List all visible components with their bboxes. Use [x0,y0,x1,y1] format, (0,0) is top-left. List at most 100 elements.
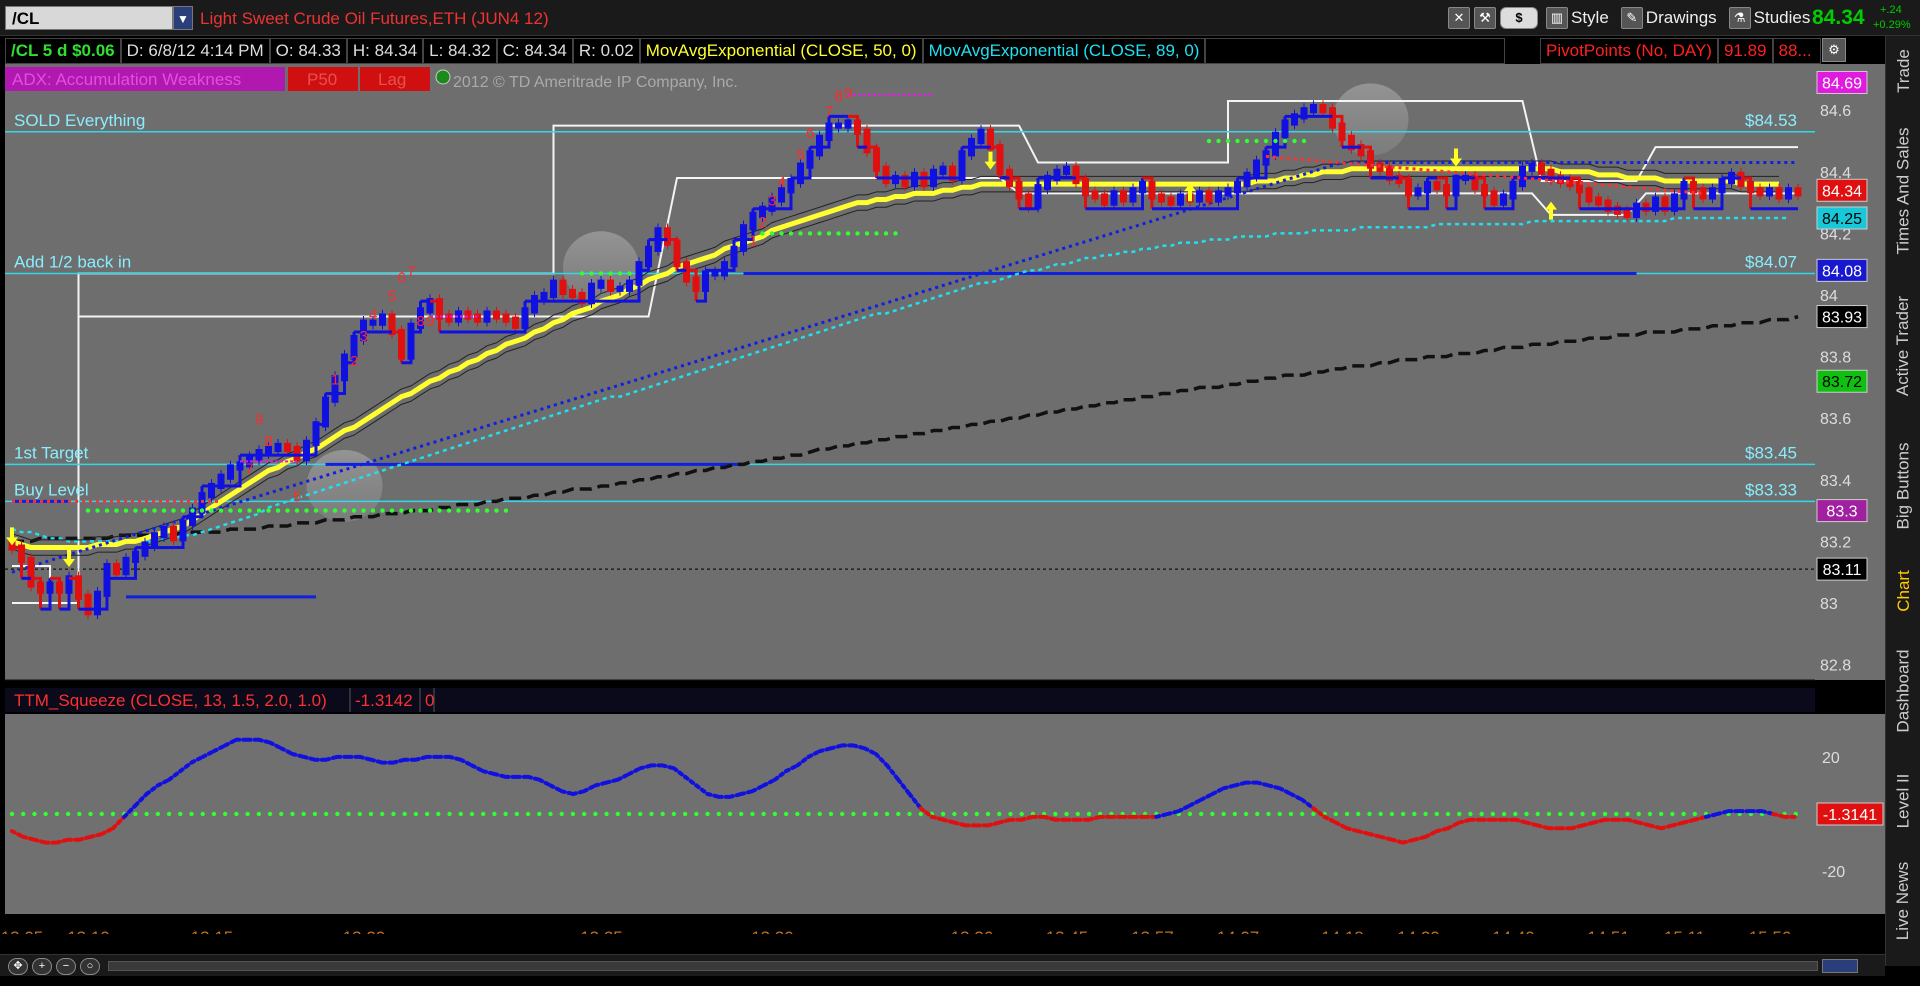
squeeze-dot [940,811,946,817]
style-button[interactable]: ▥ Style [1542,6,1613,30]
squeeze-dot [301,811,306,817]
green-dot [1254,138,1259,144]
squeeze-dot [144,811,149,817]
pan-icon[interactable]: ✥ [8,958,28,975]
chart-info-bar: /CL 5 d $0.06 D: 6/8/12 4:14 PM O: 84.33… [5,38,1506,64]
candle [816,134,823,157]
squeeze-dot [963,811,968,817]
squeeze-dot [806,811,811,817]
squeeze-dot [1019,811,1024,817]
price-chart[interactable]: ADX: Accumulation Weakness P50 Lag 2012 … [0,64,1885,934]
green-dot [85,508,91,513]
squeeze-dot [1501,811,1507,817]
squeeze-dot [783,811,789,817]
price-badge-text: 83.93 [1822,310,1862,327]
squeeze-dot [458,811,463,817]
green-dot [199,508,205,513]
hidden-study-label[interactable] [1205,38,1506,64]
tab-times-and-sales-label: Times And Sales [1893,127,1913,255]
side-tab-bar: Trade Times And Sales Active Trader Big … [1885,36,1920,966]
squeeze-dot [559,811,564,817]
squeeze-dot [1468,811,1473,817]
tab-dashboard[interactable]: Dashboard [1886,626,1920,756]
ema89-study-label[interactable]: MovAvgExponential (CLOSE, 89, 0) [922,38,1206,64]
tab-level-ii-label: Level II [1893,773,1913,829]
green-dot [190,508,195,513]
candle [1490,190,1498,206]
pivot-study-label[interactable]: PivotPoints (No, DAY) [1540,38,1718,64]
tab-dashboard-label: Dashboard [1893,649,1913,733]
crosshair-icon[interactable]: ✕ [1448,7,1470,29]
tab-trade[interactable]: Trade [1886,36,1920,106]
squeeze-dot [32,811,37,817]
zoom-out-icon[interactable]: − [56,958,76,975]
level-value: $83.33 [1745,480,1797,499]
candle [1063,165,1070,175]
candle [284,442,291,453]
candle [607,279,614,292]
squeeze-dot [178,811,183,817]
squeeze-dot [110,811,116,817]
time-tick: 15:56 [1749,928,1792,934]
green-dot [1273,138,1278,144]
drawings-label: Drawings [1645,8,1717,27]
green-dot [1244,138,1250,144]
symbol-dropdown-icon[interactable]: ▼ [173,6,193,30]
squeeze-dot [436,811,441,817]
squeeze-dot [581,811,587,817]
candle [740,224,747,252]
last-price: 84.34 [1812,6,1865,29]
squeeze-label: TTM_Squeeze (CLOSE, 13, 1.5, 2.0, 1.0) [14,691,327,710]
green-dot [437,508,442,513]
p50-label: P50 [307,70,337,89]
tab-times-and-sales[interactable]: Times And Sales [1886,106,1920,276]
candle [1614,205,1621,215]
green-dot [779,231,784,236]
squeeze-dot [918,811,923,817]
ema50-study-label[interactable]: MovAvgExponential (CLOSE, 50, 0) [639,38,923,64]
candle [939,165,947,175]
squeeze-dot [267,811,273,817]
squeeze-dot [1434,811,1439,817]
info-icon[interactable] [435,69,451,85]
price-tick: 83.6 [1820,411,1851,428]
drawings-button[interactable]: ✎ Drawings [1617,6,1721,30]
dollar-button[interactable]: $ [1500,7,1538,29]
count-number: 8 [417,313,425,330]
count-number: 9 [426,313,434,330]
candle [892,174,899,185]
squeeze-dot [985,811,991,817]
squeeze-dot [884,811,890,817]
symbol-input[interactable]: /CL [5,6,173,30]
candle [483,310,491,323]
tab-active-trader[interactable]: Active Trader [1886,276,1920,416]
squeeze-dot [1277,811,1282,817]
squeeze-dot [1569,811,1574,817]
time-tick: 13:10 [67,928,110,934]
time-tick: 14:40 [1492,928,1535,934]
price-badge-text: 84.34 [1822,183,1862,200]
squeeze-dot [1647,811,1653,817]
scroll-handle[interactable] [1822,959,1858,973]
zoom-in-icon[interactable]: + [32,958,52,975]
squeeze-dot [1580,811,1585,817]
studies-button[interactable]: ⚗ Studies [1725,6,1815,30]
tab-big-buttons[interactable]: Big Buttons [1886,416,1920,556]
tab-level-ii[interactable]: Level II [1886,756,1920,846]
chart-settings-icon[interactable]: ⚙ [1822,38,1846,62]
squeeze-dot [1008,811,1013,817]
candle [664,227,671,246]
tab-live-news[interactable]: Live News [1886,846,1920,956]
count-number: 3 [768,193,776,210]
squeeze-axis-tick: -20 [1822,864,1845,881]
green-dot [256,508,262,513]
count-number: 7 [246,461,254,478]
tab-chart[interactable]: Chart [1886,556,1920,626]
candle [597,279,605,289]
green-dot [1225,138,1231,144]
wrench-icon[interactable]: ⚒ [1474,7,1496,29]
green-dot [313,508,319,513]
chart-scrollbar[interactable] [108,961,1818,971]
squeeze-dot [1232,811,1238,817]
fit-icon[interactable]: ○ [80,958,100,975]
